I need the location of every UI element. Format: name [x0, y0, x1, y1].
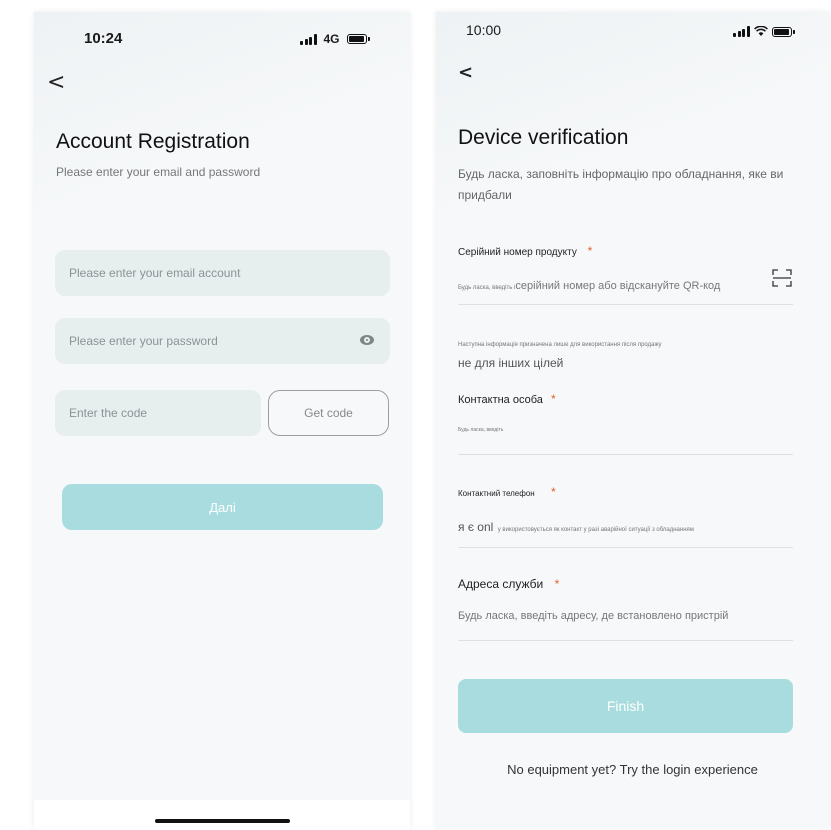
divider: [458, 547, 793, 548]
info-note: Наступна інформація призначена лише для …: [458, 342, 662, 348]
code-field[interactable]: Enter the code: [55, 390, 261, 436]
try-login-link[interactable]: No equipment yet? Try the login experien…: [436, 762, 829, 777]
battery-icon: [771, 26, 792, 37]
device-verification-screen: 10:00 < Device verification Будь ласка, …: [436, 12, 829, 830]
page-subtitle: Please enter your email and password: [56, 165, 261, 179]
email-field[interactable]: Please enter your email account: [55, 250, 390, 296]
finish-button[interactable]: Finish: [458, 679, 793, 733]
address-label: Адреса служби: [458, 577, 544, 591]
back-chevron-icon[interactable]: <: [458, 62, 473, 83]
info-note-cont: не для інших цілей: [458, 356, 564, 370]
wifi-icon: [753, 26, 768, 36]
next-button[interactable]: Далі: [62, 484, 383, 530]
phone-label-row: Контактний телефон *: [458, 485, 556, 499]
signal-icon: [733, 26, 750, 37]
phone-hint: у використовується як контакт у разі ава…: [497, 527, 694, 533]
divider: [458, 304, 793, 305]
status-icons: [733, 26, 795, 37]
home-indicator[interactable]: [155, 819, 290, 823]
password-placeholder: Please enter your password: [69, 334, 218, 348]
phone-hint-prefix: я є onl: [458, 520, 494, 534]
divider: [458, 454, 793, 455]
serial-input[interactable]: Будь ласка, введіть ісерійний номер або …: [458, 276, 720, 294]
serial-label-row: Серійний номер продукту *: [458, 244, 592, 258]
serial-hint-small: Будь ласка, введіть і: [458, 285, 516, 291]
required-star: *: [554, 577, 560, 591]
phone-label: Контактний телефон: [458, 489, 535, 498]
page-title: Account Registration: [56, 130, 250, 153]
phone-input[interactable]: я є onl у використовується як контакт у …: [458, 518, 694, 536]
code-placeholder: Enter the code: [69, 406, 148, 420]
contact-input[interactable]: Будь ласка, введіть: [458, 427, 503, 433]
address-input[interactable]: Будь ласка, введіть адресу, де встановле…: [458, 610, 728, 622]
password-field[interactable]: Please enter your password: [55, 318, 390, 364]
page-title: Device verification: [458, 126, 629, 149]
serial-hint-large: серійний номер або відскануйте QR-код: [515, 280, 721, 292]
signal-icon: [300, 33, 317, 45]
status-time: 10:00: [466, 22, 502, 38]
back-chevron-icon[interactable]: <: [47, 70, 65, 95]
page-subtitle: Будь ласка, заповніть інформацію про обл…: [458, 167, 784, 202]
status-time: 10:24: [84, 30, 123, 47]
contact-label-row: Контактна особа *: [458, 392, 556, 406]
scan-icon[interactable]: [772, 269, 792, 287]
required-star: *: [550, 485, 556, 499]
status-icons: 4G: [300, 32, 370, 46]
divider: [458, 640, 793, 641]
battery-icon: [346, 34, 367, 44]
address-label-row: Адреса служби *: [458, 577, 559, 591]
network-type: 4G: [323, 32, 340, 46]
required-star: *: [587, 244, 593, 258]
get-code-button[interactable]: Get code: [268, 390, 389, 436]
required-star: *: [550, 392, 556, 406]
registration-screen: 10:24 4G < Account Registration Please e…: [34, 12, 410, 830]
serial-label: Серійний номер продукту: [458, 247, 577, 258]
eye-icon[interactable]: [360, 335, 374, 345]
email-placeholder: Please enter your email account: [69, 266, 241, 280]
contact-label: Контактна особа: [458, 394, 543, 406]
bottom-bar: [34, 800, 410, 830]
